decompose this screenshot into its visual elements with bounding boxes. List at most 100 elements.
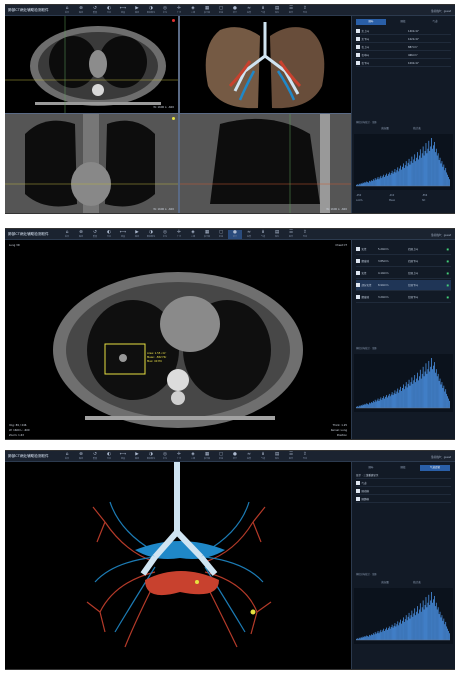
nodule-checkbox[interactable] [356, 271, 360, 275]
tool-roi[interactable]: ▢ 区域 [214, 452, 228, 461]
tool-report[interactable]: ☰ 报告 [284, 230, 298, 239]
tool-report[interactable]: ☰ 报告 [284, 6, 298, 15]
tab-segment[interactable]: 肺段 [388, 465, 418, 471]
tool-export[interactable]: ⇪ 导出 [298, 6, 312, 15]
viewport-divider[interactable] [178, 16, 180, 213]
tool-visible[interactable]: ◐ 可见 [102, 452, 116, 461]
tab-segment[interactable]: 肺段 [388, 19, 418, 25]
tool-vessel[interactable]: ≈ 血管 [242, 6, 256, 15]
volume-3d-viewport[interactable] [5, 462, 351, 669]
axial-viewport[interactable]: W: 1600 L: -600 [5, 16, 178, 113]
nodule-row[interactable]: 实性 4.10mm 左肺上叶 ■ [356, 268, 451, 279]
tool-vr[interactable]: ◈ 三维 [186, 6, 200, 15]
tool-airway[interactable]: ⋔ 气道 [256, 230, 270, 239]
tool-mpr[interactable]: ▦ 多平面 [200, 452, 214, 461]
axial-viewport[interactable]: Lung 3D Chest CT Area: 1.55 cm² Mean: -5… [5, 240, 351, 439]
layer-row-artery[interactable]: 肺动脉 [356, 488, 451, 495]
tab-table[interactable]: 统计表 [404, 126, 430, 132]
lobe-row[interactable]: 右下叶 1091cm³ [356, 60, 451, 67]
tab-lobe[interactable]: 肺叶 [356, 19, 386, 25]
tool-visible[interactable]: ◐ 可见 [102, 6, 116, 15]
tool-vessel[interactable]: ≈ 血管 [242, 230, 256, 239]
tool-reset[interactable]: ↺ 重置 [88, 6, 102, 15]
layer-checkbox[interactable] [356, 497, 360, 501]
tool-roi[interactable]: ▢ 区域 [214, 230, 228, 239]
layer-checkbox[interactable] [356, 481, 360, 485]
tool-play[interactable]: ▶ 播放 [130, 6, 144, 15]
tool-wl[interactable]: ◑ 窗宽窗位 [144, 6, 158, 15]
tab-histogram[interactable]: 直方图 [372, 126, 398, 132]
viewport-divider[interactable] [5, 113, 351, 114]
tool-export[interactable]: ⇪ 导出 [298, 452, 312, 461]
nodule-row[interactable]: 磨玻璃 3.20mm 左肺下叶 ■ [356, 292, 451, 303]
volume-3d-viewport[interactable] [180, 16, 351, 113]
tool-mpr[interactable]: ▦ 多平面 [200, 230, 214, 239]
tab-table[interactable]: 统计表 [404, 580, 430, 586]
lobe-row[interactable]: 左下叶 1021cm³ [356, 36, 451, 43]
tool-vr[interactable]: ◈ 三维 [186, 452, 200, 461]
nodule-row[interactable]: 磨玻璃 3.85mm 右肺下叶 ■ [356, 256, 451, 267]
tool-visible[interactable]: ◐ 可见 [102, 230, 116, 239]
layer-row-airway[interactable]: 气道 [356, 480, 451, 487]
tool-zoom[interactable]: ⊕ 缩放 [74, 230, 88, 239]
axial-marker-dot [172, 19, 175, 22]
coronal-viewport[interactable]: W: 1600 L: -600 [5, 114, 178, 213]
tool-nodule[interactable]: ● 结节 [228, 230, 242, 239]
tool-vessel[interactable]: ≈ 血管 [242, 452, 256, 461]
lobe-checkbox[interactable] [356, 37, 360, 41]
layer-checkbox[interactable] [356, 489, 360, 493]
nodule-checkbox[interactable] [356, 295, 360, 299]
tool-wl[interactable]: ◑ 窗宽窗位 [144, 230, 158, 239]
lobe-checkbox[interactable] [356, 53, 360, 57]
tool-mpr[interactable]: ▦ 多平面 [200, 6, 214, 15]
tool-report[interactable]: ☰ 报告 [284, 452, 298, 461]
tab-lobe[interactable]: 肺叶 [356, 465, 386, 471]
histogram-bar [366, 635, 368, 640]
tool-roi[interactable]: ▢ 区域 [214, 6, 228, 15]
tab-histogram[interactable]: 直方图 [372, 580, 398, 586]
tool-cross[interactable]: ✛ 十字 [172, 6, 186, 15]
tool-locate[interactable]: ◎ 定位 [158, 452, 172, 461]
tool-nodule[interactable]: ● 结节 [228, 452, 242, 461]
lobe-checkbox[interactable] [356, 45, 360, 49]
layer-row-vein[interactable]: 肺静脉 [356, 496, 451, 503]
tab-airway[interactable]: 气道 [420, 19, 450, 25]
tool-save[interactable]: ▤ 保存 [270, 230, 284, 239]
tool-nodule[interactable]: ● 结节 [228, 6, 242, 15]
tool-reset[interactable]: ↺ 重置 [88, 452, 102, 461]
tool-save[interactable]: ▤ 保存 [270, 452, 284, 461]
tool-measure[interactable]: ⟷ 测量 [116, 452, 130, 461]
lobe-row[interactable]: 左上叶 1401cm³ [356, 28, 451, 35]
tool-vr[interactable]: ◈ 三维 [186, 230, 200, 239]
tool-play[interactable]: ▶ 播放 [130, 230, 144, 239]
nodule-checkbox[interactable] [356, 247, 360, 251]
tool-measure[interactable]: ⟷ 测量 [116, 230, 130, 239]
tool-save[interactable]: ▤ 保存 [270, 6, 284, 15]
lobe-checkbox[interactable] [356, 61, 360, 65]
nodule-checkbox[interactable] [356, 259, 360, 263]
tool-reset[interactable]: ↺ 重置 [88, 230, 102, 239]
tool-play[interactable]: ▶ 播放 [130, 452, 144, 461]
tool-home[interactable]: ⌂ 首页 [60, 230, 74, 239]
lobe-row[interactable]: 右上叶 887cm³ [356, 44, 451, 51]
tool-cross[interactable]: ✛ 十字 [172, 230, 186, 239]
tool-wl[interactable]: ◑ 窗宽窗位 [144, 452, 158, 461]
tool-measure[interactable]: ⟷ 测量 [116, 6, 130, 15]
tool-cross[interactable]: ✛ 十字 [172, 452, 186, 461]
tab-airway-vessel[interactable]: 气道血管 [420, 465, 450, 471]
tool-home[interactable]: ⌂ 首页 [60, 6, 74, 15]
tool-airway[interactable]: ⋔ 气道 [256, 6, 270, 15]
nodule-row[interactable]: 部分实性 8.90mm 左肺下叶 ■ [356, 280, 451, 291]
tool-zoom[interactable]: ⊕ 缩放 [74, 6, 88, 15]
tool-zoom[interactable]: ⊕ 缩放 [74, 452, 88, 461]
sagittal-viewport[interactable]: W: 1600 L: -600 [180, 114, 351, 213]
nodule-row[interactable]: 实性 5.20mm 右肺上叶 ■ [356, 244, 451, 255]
tool-export[interactable]: ⇪ 导出 [298, 230, 312, 239]
lobe-checkbox[interactable] [356, 29, 360, 33]
nodule-checkbox[interactable] [356, 283, 360, 287]
tool-locate[interactable]: ◎ 定位 [158, 230, 172, 239]
tool-home[interactable]: ⌂ 首页 [60, 452, 74, 461]
tool-airway[interactable]: ⋔ 气道 [256, 452, 270, 461]
lobe-row[interactable]: 右中叶 466cm³ [356, 52, 451, 59]
tool-locate[interactable]: ◎ 定位 [158, 6, 172, 15]
